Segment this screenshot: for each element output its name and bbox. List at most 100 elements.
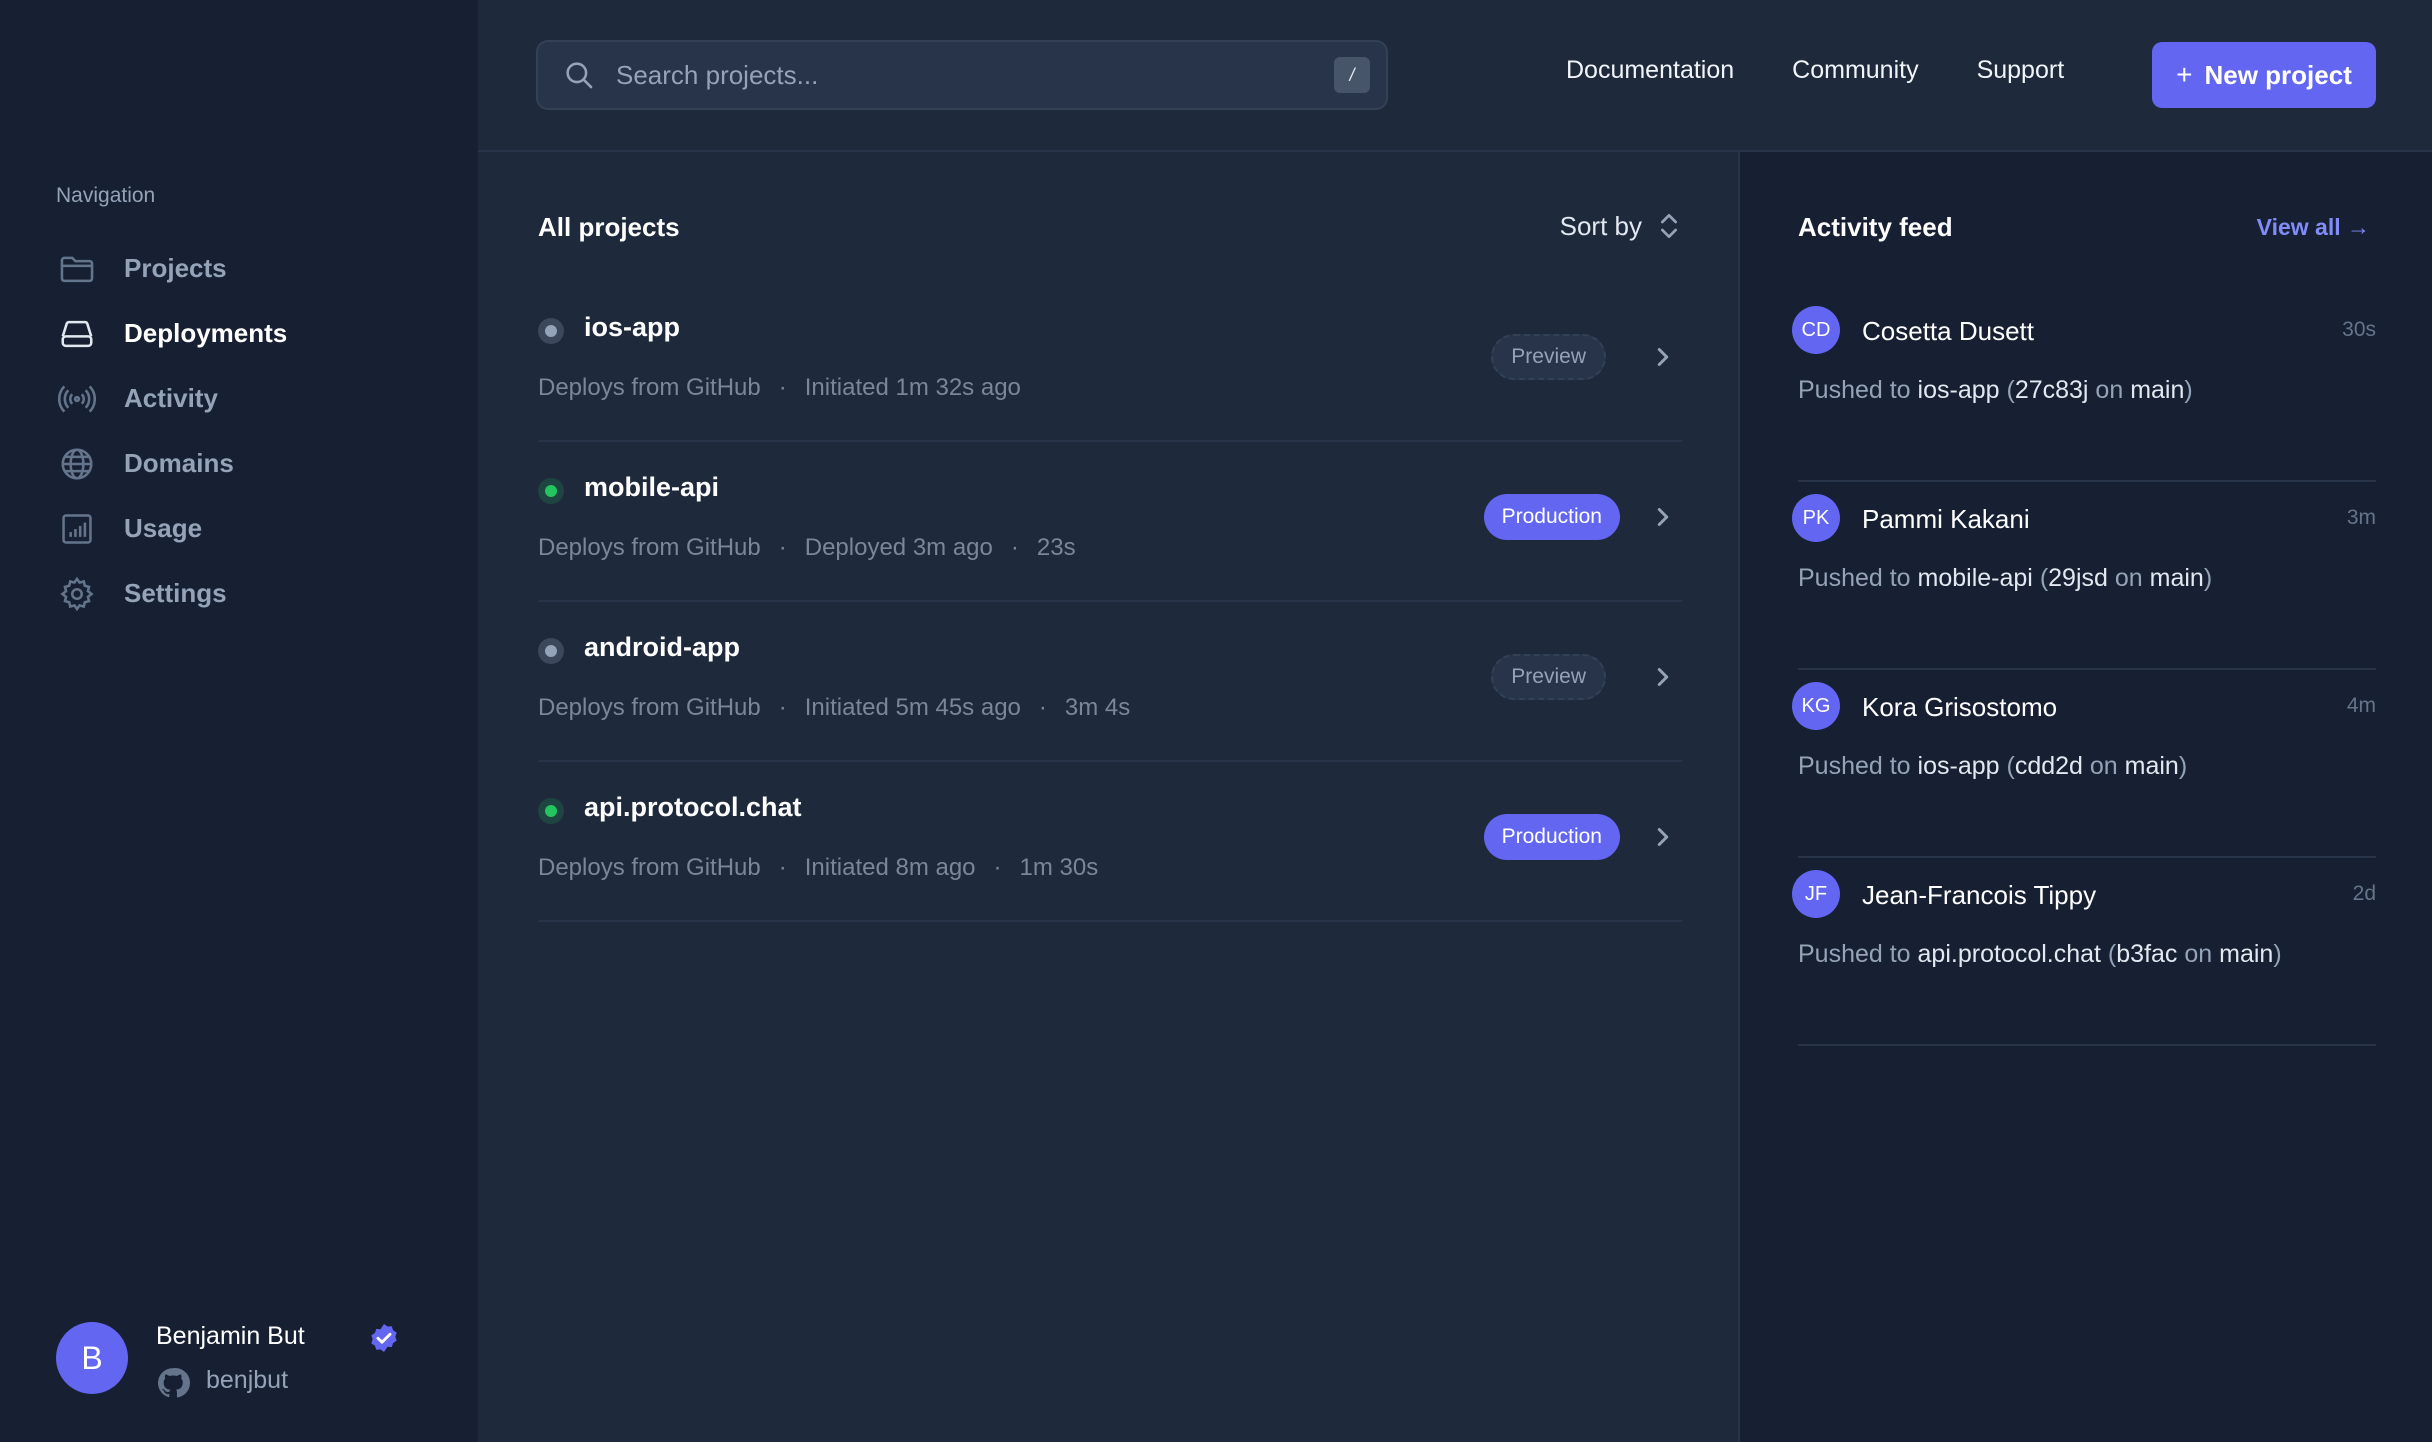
meta-separator: ·: [1010, 534, 1019, 561]
activity-item[interactable]: CD Cosetta Dusett 30s Pushed to ios-app …: [1792, 294, 2376, 482]
environment-badge: Preview: [1491, 654, 1606, 700]
activity-user: Jean-Francois Tippy: [1862, 880, 2097, 910]
activity-time: 2d: [2352, 882, 2376, 905]
github-icon: [157, 1367, 190, 1398]
chart-icon: [56, 508, 98, 550]
activity-user: Cosetta Dusett: [1862, 316, 2034, 346]
activity-prefix: Pushed to: [1798, 376, 1918, 404]
activity-title: Activity feed: [1798, 212, 1953, 242]
new-project-button[interactable]: + New project: [2152, 42, 2376, 108]
projects-header: All projects Sort by: [538, 152, 1682, 282]
project-name: android-app: [584, 632, 740, 662]
search-box[interactable]: /: [536, 40, 1388, 110]
project-row[interactable]: ios-app Deploys from GitHub · Initiated …: [538, 282, 1682, 442]
new-project-label: New project: [2204, 59, 2352, 90]
shortcut-key-hint: /: [1334, 57, 1370, 93]
sidebar-item-domains[interactable]: Domains: [56, 431, 436, 496]
signal-icon: [56, 378, 98, 420]
user-profile[interactable]: B Benjamin But benjbut: [56, 1322, 416, 1398]
activity-project: mobile-api: [1917, 564, 2033, 592]
avatar: JF: [1792, 870, 1840, 918]
view-all-link[interactable]: View all →: [2257, 214, 2370, 241]
activity-time: 30s: [2342, 318, 2376, 341]
user-handle: benjbut: [206, 1366, 289, 1394]
sidebar-item-settings[interactable]: Settings: [56, 561, 436, 626]
project-row[interactable]: mobile-api Deploys from GitHub · Deploye…: [538, 442, 1682, 602]
folder-icon: [56, 248, 98, 290]
meta-separator: ·: [778, 374, 787, 401]
meta-separator: ·: [1038, 694, 1047, 721]
activity-list: CD Cosetta Dusett 30s Pushed to ios-app …: [1792, 294, 2376, 1046]
activity-item[interactable]: JF Jean-Francois Tippy 2d Pushed to api.…: [1792, 858, 2376, 1046]
community-link[interactable]: Community: [1792, 56, 1918, 85]
meta-separator: ·: [778, 534, 787, 561]
search-input[interactable]: [616, 59, 1334, 91]
nav-list: Projects Deployments Activity Domains Us…: [56, 236, 436, 626]
project-time: Deployed 3m ago: [804, 534, 993, 561]
activity-item[interactable]: PK Pammi Kakani 3m Pushed to mobile-api …: [1792, 482, 2376, 670]
status-indicator: [538, 478, 564, 504]
globe-icon: [56, 443, 98, 485]
sidebar-item-label: Projects: [124, 253, 227, 283]
gear-icon: [56, 573, 98, 615]
user-name: Benjamin But: [156, 1322, 305, 1350]
project-meta: Deploys from GitHub · Initiated 8m ago ·…: [538, 854, 1098, 882]
activity-project: api.protocol.chat: [1917, 940, 2101, 968]
activity-message: Pushed to mobile-api (29jsd on main): [1798, 564, 2213, 592]
chevron-right-icon: [1657, 508, 1669, 526]
project-row[interactable]: android-app Deploys from GitHub · Initia…: [538, 602, 1682, 762]
avatar: PK: [1792, 494, 1840, 542]
sort-button[interactable]: Sort by: [1560, 210, 1682, 242]
sidebar-item-projects[interactable]: Projects: [56, 236, 436, 301]
chevron-right-icon: [1657, 348, 1669, 366]
project-source: Deploys from GitHub: [538, 854, 761, 881]
project-time: Initiated 1m 32s ago: [804, 374, 1021, 401]
verified-badge-icon: [371, 1324, 397, 1352]
activity-feed: Activity feed View all → CD Cosetta Duse…: [1738, 152, 2432, 1442]
avatar: CD: [1792, 306, 1840, 354]
activity-message: Pushed to ios-app (cdd2d on main): [1798, 752, 2188, 780]
sidebar-item-usage[interactable]: Usage: [56, 496, 436, 561]
projects-title: All projects: [538, 212, 680, 242]
project-source: Deploys from GitHub: [538, 374, 761, 401]
project-duration: 3m 4s: [1064, 694, 1131, 721]
project-time: Initiated 8m ago: [804, 854, 976, 881]
project-meta: Deploys from GitHub · Deployed 3m ago · …: [538, 534, 1076, 562]
project-duration: 23s: [1036, 534, 1076, 561]
project-meta: Deploys from GitHub · Initiated 5m 45s a…: [538, 694, 1130, 722]
status-indicator: [538, 798, 564, 824]
project-name: mobile-api: [584, 472, 720, 502]
avatar: B: [56, 1322, 128, 1394]
environment-badge: Production: [1483, 494, 1620, 540]
meta-separator: ·: [993, 854, 1002, 881]
activity-commit: 27c83j: [2014, 376, 2089, 404]
project-time: Initiated 5m 45s ago: [804, 694, 1021, 721]
sidebar-item-label: Usage: [124, 513, 203, 543]
sidebar-item-activity[interactable]: Activity: [56, 366, 436, 431]
support-link[interactable]: Support: [1977, 56, 2065, 85]
activity-prefix: Pushed to: [1798, 940, 1918, 968]
activity-commit: 29jsd: [2048, 564, 2108, 592]
nav-heading: Navigation: [56, 184, 156, 207]
activity-prefix: Pushed to: [1798, 564, 1918, 592]
sidebar-item-label: Domains: [124, 448, 234, 478]
status-indicator: [538, 638, 564, 664]
sidebar-item-label: Activity: [124, 383, 218, 413]
status-indicator: [538, 318, 564, 344]
project-duration: 1m 30s: [1019, 854, 1099, 881]
activity-branch: main: [2130, 376, 2185, 404]
meta-separator: ·: [778, 694, 787, 721]
activity-branch: main: [2219, 940, 2274, 968]
project-row[interactable]: api.protocol.chat Deploys from GitHub · …: [538, 762, 1682, 922]
top-bar: / Documentation Community Support + New …: [478, 0, 2432, 152]
activity-item[interactable]: KG Kora Grisostomo 4m Pushed to ios-app …: [1792, 670, 2376, 858]
top-links: Documentation Community Support: [1566, 56, 2064, 85]
activity-commit: b3fac: [2116, 940, 2178, 968]
chevron-right-icon: [1657, 828, 1669, 846]
chevron-right-icon: [1657, 668, 1669, 686]
search-icon: [566, 62, 593, 89]
activity-user: Kora Grisostomo: [1862, 692, 2058, 722]
sort-icon: [1661, 214, 1677, 238]
sidebar-item-deployments[interactable]: Deployments: [56, 301, 436, 366]
documentation-link[interactable]: Documentation: [1566, 56, 1734, 85]
